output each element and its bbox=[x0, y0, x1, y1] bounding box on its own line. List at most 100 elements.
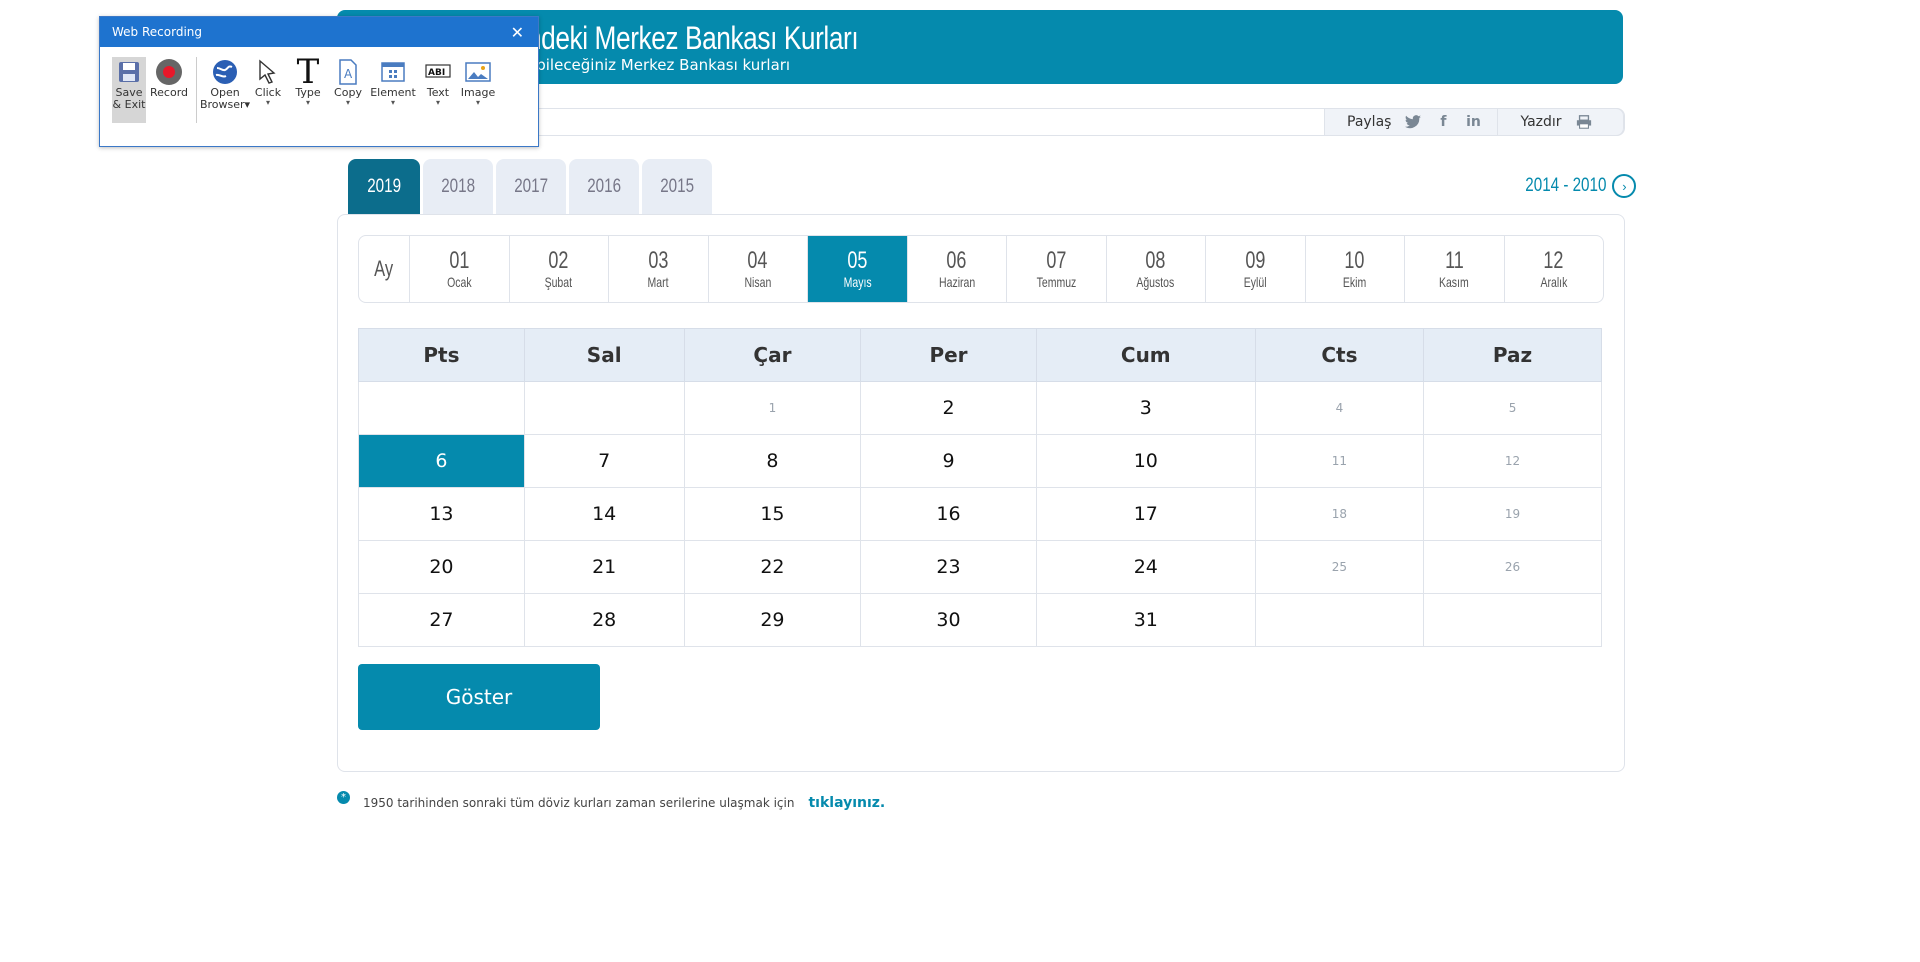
month-tab-08[interactable]: 08 Ağustos bbox=[1107, 236, 1206, 302]
calendar-empty-cell bbox=[1254, 593, 1425, 647]
element-button[interactable]: Element ▾ bbox=[370, 57, 416, 123]
calendar-week-row: 20 21 22 23 24 25 26 bbox=[358, 540, 1602, 594]
calendar-day: 5 bbox=[1423, 381, 1602, 435]
calendar-day[interactable]: 23 bbox=[860, 540, 1037, 594]
month-tab-04[interactable]: 04 Nisan bbox=[709, 236, 808, 302]
calendar-day: 4 bbox=[1254, 381, 1425, 435]
month-tab-06[interactable]: 06 Haziran bbox=[908, 236, 1007, 302]
dropdown-caret-icon[interactable]: ▾ bbox=[346, 99, 350, 107]
weekday-header: Pts bbox=[358, 328, 525, 382]
tab-year-2016[interactable]: 2016 bbox=[569, 159, 639, 214]
tab-year-2017[interactable]: 2017 bbox=[496, 159, 566, 214]
month-number: 11 bbox=[1444, 247, 1464, 274]
tab-label: 2019 bbox=[367, 175, 401, 197]
calendar-day[interactable]: 17 bbox=[1035, 487, 1256, 541]
calendar-day[interactable]: 27 bbox=[358, 593, 525, 647]
tab-year-2015[interactable]: 2015 bbox=[642, 159, 712, 214]
weekday-header: Cts bbox=[1254, 328, 1425, 382]
printer-icon[interactable] bbox=[1576, 114, 1592, 130]
month-name: Mart bbox=[647, 274, 669, 290]
calendar-day[interactable]: 30 bbox=[860, 593, 1037, 647]
calendar-day[interactable]: 21 bbox=[523, 540, 685, 594]
rates-panel: Ay 01 Ocak 02 Şubat 03 Mart 04 Nisan 05 Mayıs 06 Haz… bbox=[337, 214, 1625, 772]
tab-year-2019[interactable]: 2019 bbox=[348, 159, 420, 214]
twitter-icon[interactable] bbox=[1405, 114, 1422, 130]
dropdown-caret-icon[interactable]: ▾ bbox=[306, 99, 310, 107]
calendar-day[interactable]: 14 bbox=[523, 487, 685, 541]
month-name: Haziran bbox=[938, 274, 975, 290]
image-button[interactable]: Image ▾ bbox=[461, 57, 495, 123]
element-icon bbox=[378, 57, 408, 87]
older-years-link[interactable]: 2014 - 2010 › bbox=[1505, 174, 1637, 198]
calendar-day[interactable]: 31 bbox=[1035, 593, 1256, 647]
month-tab-05[interactable]: 05 Mayıs bbox=[808, 236, 908, 302]
calendar-day[interactable]: 28 bbox=[523, 593, 685, 647]
save-exit-button[interactable]: Save & Exit bbox=[112, 57, 146, 123]
weekday-header: Paz bbox=[1423, 328, 1602, 382]
month-tab-02[interactable]: 02 Şubat bbox=[510, 236, 609, 302]
calendar-day[interactable]: 15 bbox=[683, 487, 862, 541]
dropdown-caret-icon[interactable]: ▾ bbox=[266, 99, 270, 107]
calendar-day[interactable]: 7 bbox=[523, 434, 685, 488]
calendar-day[interactable]: 29 bbox=[683, 593, 862, 647]
calendar-day[interactable]: 3 bbox=[1035, 381, 1256, 435]
calendar-day: 19 bbox=[1423, 487, 1602, 541]
calendar-day[interactable]: 2 bbox=[860, 381, 1037, 435]
month-name: Ağustos bbox=[1136, 274, 1175, 290]
calendar-empty-cell bbox=[523, 381, 685, 435]
month-tab-09[interactable]: 09 Eylül bbox=[1206, 236, 1306, 302]
month-tab-10[interactable]: 10 Ekim bbox=[1306, 236, 1405, 302]
month-number: 04 bbox=[747, 247, 768, 274]
facebook-icon[interactable]: f bbox=[1435, 114, 1451, 130]
show-button[interactable]: Göster bbox=[358, 664, 600, 730]
open-browser-button[interactable]: Open Browser▾ bbox=[200, 57, 250, 123]
month-tab-11[interactable]: 11 Kasım bbox=[1405, 236, 1505, 302]
year-tabs: 2019 2018 2017 2016 2015 bbox=[348, 159, 715, 214]
month-tab-12[interactable]: 12 Aralık bbox=[1505, 236, 1604, 302]
dropdown-caret-icon[interactable]: ▾ bbox=[391, 99, 395, 107]
page-subtitle: ebileceğiniz Merkez Bankası kurları bbox=[527, 56, 791, 74]
recorder-toolbar: Save & Exit Record Open Browser▾ Click ▾ T… bbox=[112, 52, 501, 123]
toolbar-divider bbox=[196, 57, 197, 123]
month-tab-03[interactable]: 03 Mart bbox=[609, 236, 709, 302]
recorder-titlebar: Web Recording ✕ bbox=[100, 17, 538, 47]
weekday-header: Çar bbox=[683, 328, 862, 382]
calendar-day[interactable]: 24 bbox=[1035, 540, 1256, 594]
month-tab-01[interactable]: 01 Ocak bbox=[410, 236, 510, 302]
month-tab-07[interactable]: 07 Temmuz bbox=[1007, 236, 1107, 302]
calendar-day: 26 bbox=[1423, 540, 1602, 594]
text-icon: ABI bbox=[423, 57, 453, 87]
record-button[interactable]: Record bbox=[150, 57, 189, 123]
calendar-day[interactable]: 8 bbox=[683, 434, 862, 488]
share-label: Paylaş bbox=[1347, 114, 1392, 130]
dropdown-caret-icon[interactable]: ▾ bbox=[476, 99, 480, 107]
calendar-week-row: 12345 bbox=[358, 381, 1602, 435]
calendar-day[interactable]: 6 bbox=[358, 434, 525, 488]
record-label: Record bbox=[150, 86, 189, 99]
copy-button[interactable]: A Copy ▾ bbox=[331, 57, 365, 123]
calendar-day[interactable]: 16 bbox=[860, 487, 1037, 541]
calendar-day[interactable]: 13 bbox=[358, 487, 525, 541]
dropdown-caret-icon[interactable]: ▾ bbox=[436, 99, 440, 107]
calendar-day[interactable]: 22 bbox=[683, 540, 862, 594]
month-number: 10 bbox=[1344, 247, 1365, 274]
weekday-header: Per bbox=[860, 328, 1037, 382]
calendar-day[interactable]: 9 bbox=[860, 434, 1037, 488]
month-number: 01 bbox=[449, 247, 470, 274]
click-button[interactable]: Click ▾ bbox=[251, 57, 285, 123]
calendar-week-row: 6 7 8 9 10 11 12 bbox=[358, 434, 1602, 488]
calendar-day[interactable]: 10 bbox=[1035, 434, 1256, 488]
type-button[interactable]: T Type ▾ bbox=[291, 52, 325, 123]
month-header-label: Ay bbox=[359, 236, 410, 302]
linkedin-icon[interactable]: in bbox=[1465, 114, 1481, 130]
tab-year-2018[interactable]: 2018 bbox=[423, 159, 493, 214]
month-number: 06 bbox=[946, 247, 967, 274]
text-button[interactable]: ABI Text ▾ bbox=[421, 57, 455, 123]
calendar-day[interactable]: 20 bbox=[358, 540, 525, 594]
print-label[interactable]: Yazdır bbox=[1520, 114, 1561, 130]
close-icon[interactable]: ✕ bbox=[511, 23, 524, 42]
footnote-link[interactable]: tıklayınız. bbox=[808, 795, 885, 811]
month-name: Ekim bbox=[1343, 274, 1367, 290]
month-number: 07 bbox=[1046, 247, 1067, 274]
weekday-header: Cum bbox=[1035, 328, 1256, 382]
